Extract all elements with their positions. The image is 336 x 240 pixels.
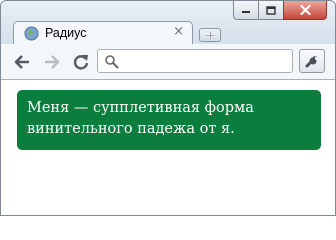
tab-close-button[interactable]: × (173, 24, 184, 39)
forward-arrow-icon[interactable] (43, 53, 61, 71)
new-tab-icon (206, 31, 214, 39)
maximize-icon (266, 5, 276, 15)
title-bar: Радиус × (1, 1, 335, 45)
page-viewport: Меня — супплетивная форма винительного п… (1, 80, 335, 215)
minimize-button[interactable] (233, 1, 259, 20)
browser-window: Радиус × Меня — супплетивная форма винит… (0, 0, 336, 216)
globe-icon (24, 26, 39, 41)
reload-icon[interactable] (72, 53, 90, 71)
back-arrow-icon[interactable] (13, 53, 31, 71)
message-box: Меня — супплетивная форма винительного п… (17, 90, 321, 150)
window-controls (233, 1, 327, 20)
search-icon (105, 55, 119, 69)
address-input[interactable] (124, 53, 284, 69)
wrench-menu-button[interactable] (299, 49, 325, 73)
maximize-button[interactable] (258, 1, 284, 20)
close-icon (299, 5, 311, 15)
tab-active[interactable]: Радиус × (13, 21, 193, 45)
new-tab-button[interactable] (199, 28, 221, 42)
browser-toolbar (1, 44, 335, 80)
address-bar[interactable] (97, 49, 293, 73)
tab-title: Радиус (45, 26, 87, 40)
wrench-icon (305, 56, 319, 68)
minimize-icon (242, 11, 250, 13)
close-window-button[interactable] (283, 1, 327, 20)
